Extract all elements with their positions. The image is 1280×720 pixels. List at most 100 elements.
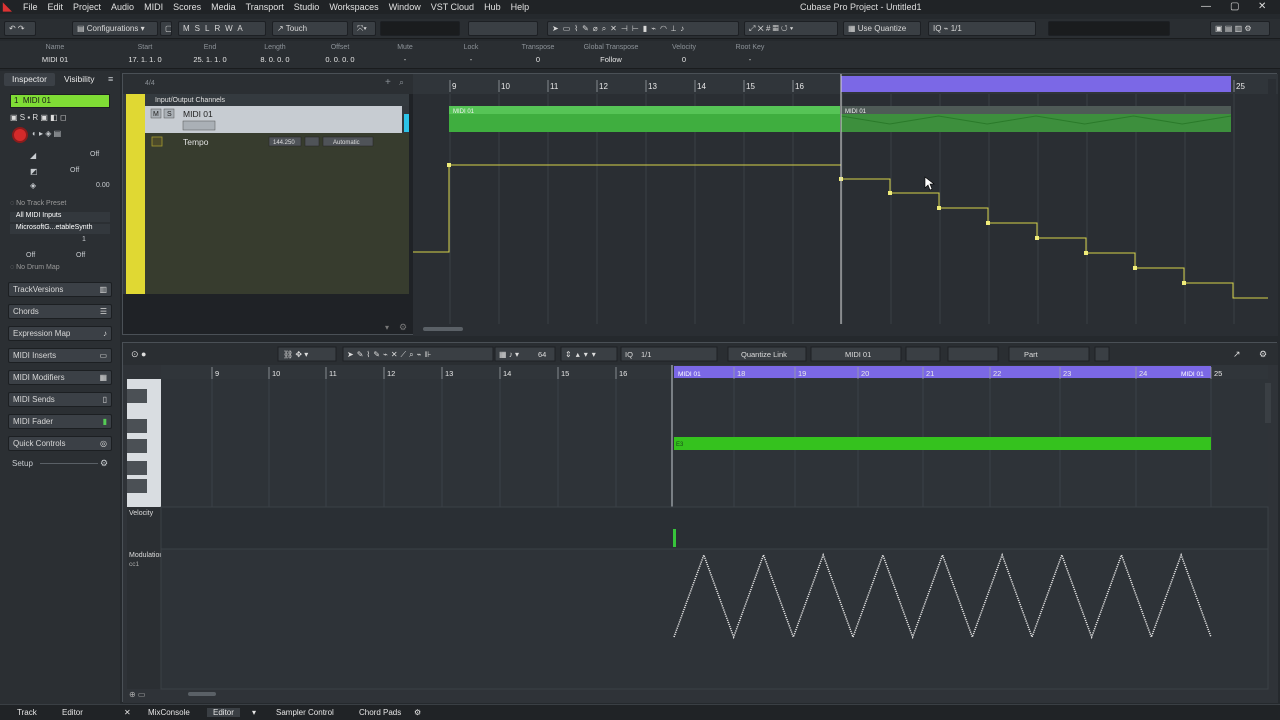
menu-window[interactable]: Window — [389, 2, 421, 12]
tab-editor[interactable]: Editor — [207, 708, 240, 717]
menu-midi[interactable]: MIDI — [144, 2, 163, 12]
tab-track[interactable]: Track — [17, 708, 37, 717]
horizontal-scrollbar[interactable] — [423, 327, 463, 331]
pan-value[interactable]: Off — [70, 167, 79, 174]
record-enable-button[interactable] — [12, 127, 28, 143]
info-end[interactable]: End 25. 1. 1. 0 — [175, 44, 245, 64]
global-write-button[interactable]: W — [225, 24, 237, 33]
info-lock[interactable]: Lock - — [436, 44, 506, 64]
selection-range[interactable] — [841, 76, 1231, 92]
program-field[interactable]: Off — [76, 252, 85, 259]
info-root-key[interactable]: Root Key - — [715, 44, 785, 64]
tab-mixconsole[interactable]: MixConsole — [148, 708, 190, 717]
info-name[interactable]: Name MIDI 01 — [20, 44, 90, 64]
tab-sampler-control[interactable]: Sampler Control — [276, 708, 334, 717]
bottom-settings-icon[interactable]: ⚙ — [414, 708, 421, 717]
modulation-lane-header[interactable] — [127, 549, 161, 689]
editor-vertical-scrollbar[interactable] — [1265, 383, 1271, 423]
section-quick-controls[interactable]: Quick Controls ◎ — [8, 436, 112, 451]
black-key[interactable] — [127, 439, 147, 453]
global-solo-button[interactable]: S — [195, 24, 205, 33]
delay-value[interactable]: 0.00 — [96, 182, 110, 189]
automation-mode-dropdown[interactable]: ↗ Touch — [272, 21, 348, 36]
undo-redo-icon[interactable]: ↶ ↷ — [4, 21, 36, 36]
menu-media[interactable]: Media — [211, 2, 236, 12]
tab-editor-dropdown-icon[interactable]: ▾ — [252, 708, 256, 717]
vertical-scrollbar[interactable] — [1268, 79, 1276, 329]
add-track-icon[interactable]: + — [385, 77, 391, 88]
tab-chord-pads[interactable]: Chord Pads — [359, 708, 401, 717]
inspector-menu-icon[interactable]: ≡ — [108, 74, 113, 84]
tempo-track-activate-button[interactable] — [151, 136, 163, 147]
midi-output-field[interactable]: MicrosoftG...etableSynth — [10, 224, 110, 234]
editor-horizontal-scrollbar[interactable] — [188, 692, 216, 696]
section-midi-modifiers[interactable]: MIDI Modifiers ▦ — [8, 370, 112, 385]
editor-note-tools[interactable] — [947, 346, 999, 362]
volume-value[interactable]: Off — [90, 151, 99, 158]
menu-audio[interactable]: Audio — [111, 2, 134, 12]
tempo-point[interactable] — [1035, 236, 1039, 240]
info-velocity[interactable]: Velocity 0 — [649, 44, 719, 64]
drum-map-field[interactable]: ◌ No Drum Map — [10, 264, 110, 274]
velocity-bar[interactable] — [673, 529, 676, 547]
editor-view-icons[interactable] — [905, 346, 941, 362]
tempo-point[interactable] — [986, 221, 990, 225]
section-midi-sends[interactable]: MIDI Sends ▯ — [8, 392, 112, 407]
editor-quantize-dropdown[interactable] — [620, 346, 718, 362]
midi-note[interactable] — [674, 437, 1211, 450]
close-button[interactable]: ✕ — [1258, 1, 1266, 12]
configurations-dropdown[interactable]: ▤ Configurations ▾ — [72, 21, 158, 36]
track-preset-field[interactable]: ◌ No Track Preset — [10, 200, 110, 210]
section-expression-map[interactable]: Expression Map ♪ — [8, 326, 112, 341]
editor-settings-icon[interactable]: ⚙ — [1259, 349, 1267, 359]
setup-gear-icon[interactable]: ⚙ — [100, 458, 108, 469]
tempo-point[interactable] — [888, 191, 892, 195]
tab-inspector[interactable]: Inspector — [4, 73, 55, 86]
tab-editor-left[interactable]: Editor — [62, 708, 83, 717]
maximize-button[interactable]: ▢ — [1230, 1, 1239, 12]
inspector-track-name[interactable]: 1 MIDI 01 — [10, 94, 110, 108]
monitor-buttons[interactable]: ◐ ▸ ◈ ▤ — [32, 129, 110, 139]
midi-input-field[interactable]: All MIDI Inputs — [10, 212, 110, 222]
quantize-preset-dropdown[interactable]: ▦ Use Quantize — [843, 21, 921, 36]
section-trackversions[interactable]: TrackVersions ▥ — [8, 282, 112, 297]
info-offset[interactable]: Offset 0. 0. 0. 0 — [305, 44, 375, 64]
msrwa-buttons[interactable]: MSLRWA — [178, 21, 266, 36]
midi-channel-field[interactable]: 1 — [82, 236, 86, 243]
add-lane-icon[interactable]: ⊕ ▭ — [129, 690, 145, 699]
tool-buttons[interactable]: ➤▭⌇✎⌀⌕✕⊣⊢▮⌁◠⟂♪ — [547, 21, 739, 36]
info-mute[interactable]: Mute - — [370, 44, 440, 64]
menu-file[interactable]: File — [23, 2, 38, 12]
tracklist-scroll-arrow[interactable]: ▾ — [385, 323, 389, 332]
tempo-track-header[interactable] — [145, 133, 409, 294]
menu-edit[interactable]: Edit — [48, 2, 64, 12]
grid-type-dropdown[interactable]: IQ ⌁ 1/1 — [928, 21, 1036, 36]
tempo-point[interactable] — [1133, 266, 1137, 270]
minimize-button[interactable]: — — [1201, 1, 1211, 12]
menu-scores[interactable]: Scores — [173, 2, 201, 12]
global-a-button[interactable]: A — [237, 24, 247, 33]
tempo-point[interactable] — [1084, 251, 1088, 255]
tempo-point[interactable] — [447, 163, 451, 167]
tracklist-settings-icon[interactable]: ⚙ — [399, 322, 407, 332]
editor-window-button[interactable] — [1094, 346, 1110, 362]
menu-studio[interactable]: Studio — [294, 2, 320, 12]
menu-hub[interactable]: Hub — [484, 2, 501, 12]
info-length[interactable]: Length 8. 0. 0. 0 — [240, 44, 310, 64]
tab-visibility[interactable]: Visibility — [56, 73, 103, 86]
track-control-buttons[interactable]: ▣ S ▪ R ▣ ◧ ◻ — [10, 113, 110, 123]
search-icon[interactable]: ⌕ — [399, 77, 404, 87]
editor-solo-icon[interactable]: ⊙ ● — [131, 349, 146, 359]
menu-workspaces[interactable]: Workspaces — [329, 2, 378, 12]
lock-icon[interactable]: ▢ — [160, 21, 172, 36]
track-lanes-button[interactable] — [182, 120, 216, 131]
section-chords[interactable]: Chords ☰ — [8, 304, 112, 319]
info-transpose[interactable]: Transpose 0 — [503, 44, 573, 64]
section-midi-inserts[interactable]: MIDI Inserts ▭ — [8, 348, 112, 363]
menu-project[interactable]: Project — [73, 2, 101, 12]
black-key[interactable] — [127, 419, 147, 433]
tempo-signature-button[interactable] — [304, 136, 320, 147]
snap-controls[interactable]: ⤢ ✕ # ▦ ↺ ▾ — [744, 21, 838, 36]
editor-maximize-icon[interactable]: ↗ — [1233, 349, 1241, 359]
info-global-transpose[interactable]: Global Transpose Follow — [576, 44, 646, 64]
